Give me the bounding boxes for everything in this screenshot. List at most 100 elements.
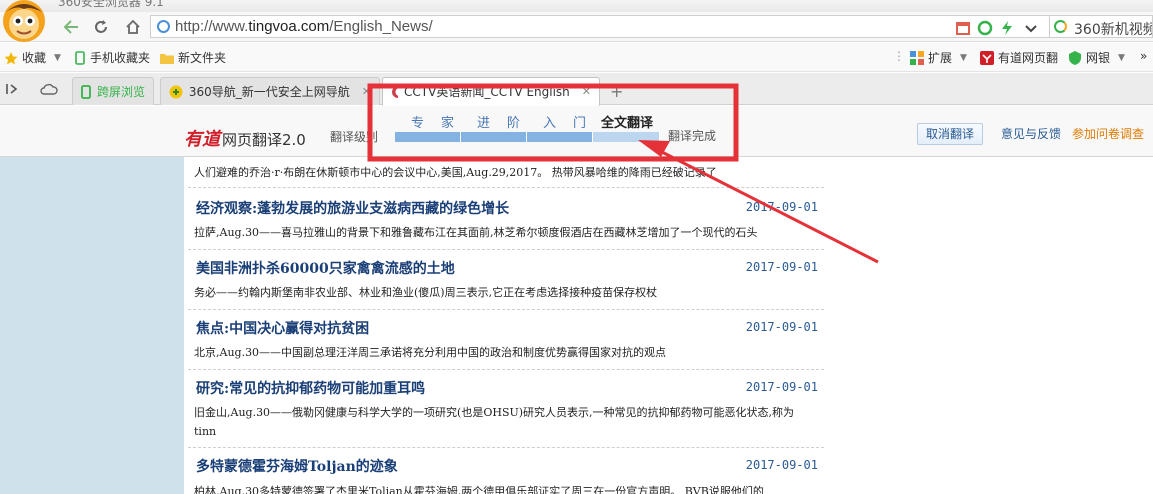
overflow-chevron-icon[interactable]: » — [1140, 49, 1147, 63]
favorites-label: 收藏 — [22, 51, 47, 65]
youdao-extension-label: 有道网页翻 — [998, 51, 1059, 65]
step-beginner-2[interactable]: 门 — [573, 112, 586, 131]
close-icon[interactable]: ✕ — [582, 85, 591, 98]
search-box[interactable]: 360新机视频 — [1050, 15, 1153, 38]
news-headline-link[interactable]: 焦点:中国决心赢得对抗贫困 — [196, 318, 369, 338]
youdao-translate-extension[interactable]: 有道网页翻 — [980, 49, 1058, 66]
more-handle-icon: ⋮ — [893, 49, 905, 63]
progress-segment — [461, 132, 527, 142]
step-expert-2[interactable]: 家 — [441, 112, 454, 131]
recycle-icon[interactable] — [977, 20, 993, 36]
news-date: 2017-09-01 — [745, 458, 818, 472]
search-engine-icon — [1054, 20, 1067, 33]
step-advanced-2[interactable]: 阶 — [507, 112, 520, 131]
cctv-icon — [392, 85, 399, 98]
news-date: 2017-09-01 — [745, 320, 818, 334]
new-tab-button[interactable]: + — [602, 77, 631, 105]
lightning-icon[interactable] — [999, 20, 1015, 36]
favorites-menu[interactable]: 收藏 ▼ — [4, 49, 61, 66]
divider — [188, 447, 824, 448]
news-headline-link[interactable]: 多特蒙德霍芬海姆Toljan的迹象 — [196, 456, 398, 476]
title-bar: 360安全浏览器 9.1 — [0, 0, 1153, 12]
reload-button[interactable] — [88, 15, 114, 39]
grid-icon — [910, 50, 924, 65]
youdao-logo: 有道 网页翻译2.0 — [184, 125, 306, 151]
360-navigation-icon — [169, 85, 183, 98]
tab-cross-screen[interactable]: 跨屏浏览 — [72, 77, 155, 105]
divider — [188, 187, 824, 188]
translation-toolbar: 有道 网页翻译2.0 翻译级别 专 家 进 阶 入 门 全文翻译 翻译完成 取消… — [0, 106, 1153, 157]
youdao-icon — [980, 50, 994, 65]
translation-complete-label: 翻译完成 — [668, 129, 717, 143]
news-headline-link[interactable]: 经济观察:蓬勃发展的旅游业支滋病西藏的绿色增长 — [196, 198, 509, 218]
online-banking-extension[interactable]: 网银 ▼ — [1068, 49, 1125, 66]
translation-level-label: 翻译级别 — [330, 130, 379, 144]
step-advanced-1[interactable]: 进 — [477, 112, 490, 131]
news-summary: 拉萨,Aug.30——喜马拉雅山的背景下和雅鲁藏布江在其面前,林芝希尔顿度假酒店… — [194, 226, 758, 239]
survey-link[interactable]: 参加问卷调查 — [1072, 125, 1144, 142]
navigation-bar: http://www.tingvoa.com/English_News/ 360… — [0, 12, 1153, 42]
news-summary: 北京,Aug.30——中国副总理汪洋周三承诺将充分利用中国的政治和制度优势赢得国… — [194, 346, 667, 359]
divider — [188, 309, 824, 310]
home-button[interactable] — [120, 15, 146, 39]
phone-icon — [75, 50, 85, 65]
home-icon — [126, 19, 140, 34]
tab-360-navigation[interactable]: 360导航_新一代安全上网导航 ✕ — [160, 77, 380, 105]
extensions-menu[interactable]: 扩展 ▼ — [910, 49, 967, 66]
chevron-down-icon: ▼ — [54, 52, 61, 63]
tab-bar: 跨屏浏览 360导航_新一代安全上网导航 ✕ CCTV英语新闻_CCTV Eng… — [0, 73, 1153, 106]
news-date: 2017-09-01 — [745, 200, 818, 214]
news-headline-link[interactable]: 美国非洲扑杀60000只家禽禽流感的土地 — [196, 258, 455, 278]
news-summary: 务必——约翰内斯堡南非农业部、林业和渔业(傻瓜)周三表示,它正在考虑选择接种疫苗… — [194, 286, 658, 299]
url-text: http://www.tingvoa.com/English_News/ — [175, 18, 433, 35]
feedback-link[interactable]: 意见与反馈 — [1001, 125, 1061, 142]
news-summary: 人们避难的乔治·r·布朗在休斯顿市中心的会议中心,美国,Aug.29,2017。… — [194, 166, 717, 179]
cancel-translation-button[interactable]: 取消翻译 — [917, 123, 984, 145]
bookmark-mobile-favorites[interactable]: 手机收藏夹 — [74, 49, 150, 66]
chevron-down-icon[interactable] — [1023, 20, 1039, 36]
news-summary: 旧金山,Aug.30——俄勒冈健康与科学大学的一项研究(也是OHSU)研究人员表… — [194, 406, 795, 438]
browser-logo-icon[interactable] — [0, 0, 48, 44]
star-icon — [4, 51, 18, 64]
folder-icon — [160, 53, 174, 64]
translation-level-steps: 专 家 进 阶 入 门 全文翻译 — [395, 112, 665, 131]
translation-progress-bar — [395, 132, 660, 142]
globe-icon — [157, 20, 170, 33]
cloud-sync-button[interactable] — [36, 77, 62, 101]
online-banking-label: 网银 — [1086, 51, 1111, 65]
back-arrow-icon — [63, 20, 78, 34]
search-text: 360新机视频 — [1074, 22, 1153, 38]
progress-segment — [527, 132, 593, 142]
url-input[interactable]: http://www.tingvoa.com/English_News/ — [150, 15, 1050, 38]
sidebar-toggle-icon — [6, 84, 18, 94]
divider — [188, 249, 824, 250]
youdao-brand: 有道 — [184, 129, 220, 150]
window-title: 360安全浏览器 9.1 — [58, 0, 164, 9]
web-page-content: 人们避难的乔治·r·布朗在休斯顿市中心的会议中心,美国,Aug.29,2017。… — [0, 157, 1153, 494]
back-button[interactable] — [58, 15, 84, 39]
tab-cctv-english[interactable]: CCTV英语新闻_CCTV English ✕ — [382, 77, 600, 106]
progress-segment — [593, 132, 660, 142]
phone-icon — [81, 84, 91, 99]
step-expert-1[interactable]: 专 — [411, 112, 424, 131]
close-icon[interactable]: ✕ — [362, 85, 371, 98]
reload-icon — [95, 20, 107, 33]
step-beginner-1[interactable]: 入 — [543, 112, 556, 131]
news-date: 2017-09-01 — [745, 260, 818, 274]
youdao-product-name: 网页翻译2.0 — [222, 131, 306, 149]
new-folder-label: 新文件夹 — [178, 51, 227, 65]
tab-label: CCTV英语新闻_CCTV English — [404, 85, 570, 99]
cloud-icon — [40, 83, 58, 95]
bookmark-new-folder[interactable]: 新文件夹 — [160, 49, 226, 66]
news-date: 2017-09-01 — [745, 380, 818, 394]
news-headline-link[interactable]: 研究:常见的抗抑郁药物可能加重耳鸣 — [196, 378, 425, 398]
left-side-panel — [0, 157, 184, 494]
mobile-favorites-label: 手机收藏夹 — [90, 51, 151, 65]
divider — [188, 369, 824, 370]
calendar-icon[interactable] — [955, 20, 971, 36]
extensions-label: 扩展 — [928, 51, 953, 65]
step-full-translation[interactable]: 全文翻译 — [601, 112, 653, 131]
progress-segment — [395, 132, 461, 142]
sidebar-toggle-button[interactable] — [0, 77, 26, 101]
bookmarks-bar: 收藏 ▼ 手机收藏夹 新文件夹 ⋮ 扩展 ▼ 有道网页翻 网银 ▼ » — [0, 43, 1153, 72]
